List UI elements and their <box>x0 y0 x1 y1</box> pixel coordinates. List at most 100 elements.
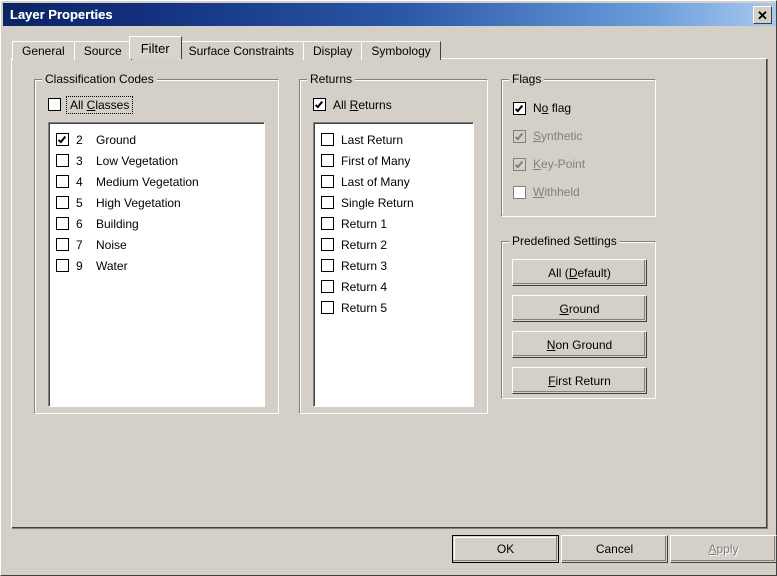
returns-item-checkbox[interactable] <box>321 238 334 251</box>
flag-checkbox <box>513 157 526 171</box>
returns-list-item[interactable]: Last Return <box>321 129 473 150</box>
classification-item-checkbox[interactable] <box>56 259 69 272</box>
classification-codes-title: Classification Codes <box>42 72 157 86</box>
classification-item-label: Building <box>96 216 139 231</box>
predefined-button[interactable]: Non Ground <box>512 331 647 358</box>
tab-label: Filter <box>140 40 170 56</box>
returns-list-item[interactable]: Last of Many <box>321 171 473 192</box>
flag-checkbox-row[interactable]: No flag <box>513 94 585 122</box>
classification-item-code: 3 <box>76 153 83 168</box>
returns-item-checkbox[interactable] <box>321 259 334 272</box>
tab-label: Source <box>83 44 122 58</box>
tab-source[interactable]: Source <box>73 41 132 60</box>
flag-checkbox-row: Key-Point <box>513 150 585 178</box>
tab-strip: General Source Filter Surface Constraints Di… <box>12 36 441 60</box>
all-classes-checkbox[interactable] <box>48 98 61 111</box>
classification-codes-group: Classification Codes All Classes 2 Ground… <box>34 72 279 414</box>
classification-item-code: 7 <box>76 237 83 252</box>
apply-button-label: Apply <box>708 542 739 556</box>
classification-list-item[interactable]: 5 High Vegetation <box>56 192 264 213</box>
classification-list-item[interactable]: 9 Water <box>56 255 264 276</box>
close-icon[interactable]: ✕ <box>753 6 772 24</box>
predefined-button[interactable]: All (Default) <box>512 259 647 286</box>
returns-item-label: Single Return <box>341 195 414 210</box>
classification-codes-listbox[interactable]: 2 Ground 3 Low Vegetation 4 Medium Vegetation… <box>48 122 265 407</box>
all-returns-checkbox[interactable] <box>313 98 326 111</box>
returns-item-label: Return 3 <box>341 258 388 273</box>
returns-list-item[interactable]: Single Return <box>321 192 473 213</box>
ok-button-label: OK <box>496 542 515 556</box>
flags-list: No flag Synthetic Key-Point Withheld <box>513 94 585 206</box>
returns-title: Returns <box>307 72 356 86</box>
title-bar: Layer Properties ✕ <box>3 3 776 26</box>
returns-list-item[interactable]: Return 5 <box>321 297 473 318</box>
all-classes-label: All Classes <box>65 95 134 114</box>
classification-item-checkbox[interactable] <box>56 238 69 251</box>
flags-title: Flags <box>509 72 545 86</box>
returns-list-item[interactable]: First of Many <box>321 150 473 171</box>
classification-list-item[interactable]: 6 Building <box>56 213 264 234</box>
returns-list[interactable]: Last Return First of Many Last of Many Sing… <box>314 123 473 406</box>
tab-surface-constraints[interactable]: Surface Constraints <box>178 41 305 60</box>
predefined-button[interactable]: Ground <box>512 295 647 322</box>
tab-label: Display <box>313 44 353 58</box>
returns-item-checkbox[interactable] <box>321 154 334 167</box>
classification-item-label: Low Vegetation <box>96 153 179 168</box>
tab-general[interactable]: General <box>12 41 75 60</box>
returns-item-checkbox[interactable] <box>321 175 334 188</box>
tab-label: Surface Constraints <box>188 44 295 58</box>
predefined-button-label: Non Ground <box>546 337 613 352</box>
classification-item-checkbox[interactable] <box>56 196 69 209</box>
predefined-button[interactable]: First Return <box>512 367 647 394</box>
tab-display[interactable]: Display <box>303 41 363 60</box>
classification-item-checkbox[interactable] <box>56 154 69 167</box>
returns-item-checkbox[interactable] <box>321 217 334 230</box>
all-returns-checkbox-row[interactable]: All Returns <box>313 94 392 115</box>
flag-checkbox <box>513 129 526 143</box>
flag-checkbox[interactable] <box>513 101 526 115</box>
filter-tab-panel: Classification Codes All Classes 2 Ground… <box>11 58 768 529</box>
returns-item-checkbox[interactable] <box>321 133 334 146</box>
classification-list-item[interactable]: 4 Medium Vegetation <box>56 171 264 192</box>
returns-item-checkbox[interactable] <box>321 280 334 293</box>
predefined-button-label: All (Default) <box>548 265 611 280</box>
classification-item-checkbox[interactable] <box>56 175 69 188</box>
predefined-button-label: Ground <box>559 301 600 316</box>
classification-list-item[interactable]: 3 Low Vegetation <box>56 150 264 171</box>
returns-list-item[interactable]: Return 3 <box>321 255 473 276</box>
classification-item-label: Ground <box>96 132 137 147</box>
flags-group: Flags No flag Synthetic Key-Point Withheld <box>501 72 656 217</box>
classification-item-code: 2 <box>76 132 83 147</box>
apply-button: Apply <box>670 535 777 563</box>
cancel-button-label: Cancel <box>595 542 634 556</box>
classification-item-label: High Vegetation <box>96 195 181 210</box>
predefined-settings-buttons: All (Default) Ground Non Ground First Retur… <box>512 259 647 403</box>
returns-list-item[interactable]: Return 2 <box>321 234 473 255</box>
all-classes-checkbox-row[interactable]: All Classes <box>48 94 134 115</box>
flag-checkbox-row: Withheld <box>513 178 585 206</box>
tab-filter[interactable]: Filter <box>128 36 182 59</box>
returns-listbox[interactable]: Last Return First of Many Last of Many Sing… <box>313 122 474 407</box>
tab-label: General <box>22 44 65 58</box>
classification-list-item[interactable]: 7 Noise <box>56 234 264 255</box>
returns-item-label: Return 5 <box>341 300 388 315</box>
returns-list-item[interactable]: Return 4 <box>321 276 473 297</box>
cancel-button[interactable]: Cancel <box>561 535 668 563</box>
classification-item-checkbox[interactable] <box>56 133 69 146</box>
returns-item-checkbox[interactable] <box>321 196 334 209</box>
predefined-settings-group: Predefined Settings All (Default) Ground N… <box>501 234 656 399</box>
classification-list-item[interactable]: 2 Ground <box>56 129 264 150</box>
returns-item-label: Last Return <box>341 132 404 147</box>
classification-item-code: 4 <box>76 174 83 189</box>
layer-properties-dialog: Layer Properties ✕ General Source Filter Su… <box>0 0 777 576</box>
classification-codes-list[interactable]: 2 Ground 3 Low Vegetation 4 Medium Vegetation… <box>49 123 264 406</box>
classification-item-code: 5 <box>76 195 83 210</box>
returns-item-label: First of Many <box>341 153 411 168</box>
returns-item-checkbox[interactable] <box>321 301 334 314</box>
returns-list-item[interactable]: Return 1 <box>321 213 473 234</box>
all-returns-label: All Returns <box>333 97 392 112</box>
classification-item-checkbox[interactable] <box>56 217 69 230</box>
returns-item-label: Return 4 <box>341 279 388 294</box>
ok-button[interactable]: OK <box>452 535 559 563</box>
tab-symbology[interactable]: Symbology <box>361 41 441 60</box>
